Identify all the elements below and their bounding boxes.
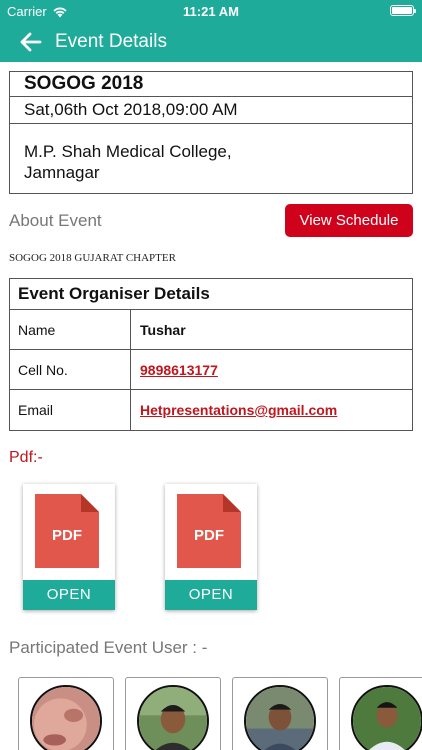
participant-card[interactable] <box>339 677 422 750</box>
view-schedule-button[interactable]: View Schedule <box>285 204 413 237</box>
open-pdf-button[interactable]: OPEN <box>165 580 257 610</box>
participant-card[interactable] <box>232 677 328 750</box>
event-name: SOGOG 2018 <box>10 72 412 97</box>
page-title: Event Details <box>55 31 167 52</box>
table-row: Email Hetpresentations@gmail.com <box>10 390 412 430</box>
status-time: 11:21 AM <box>183 4 239 19</box>
participant-avatar <box>351 685 422 750</box>
about-event-description: SOGOG 2018 GUJARAT CHAPTER <box>9 252 176 264</box>
table-row: Cell No. 9898613177 <box>10 350 412 390</box>
pdf-label: Pdf:- <box>9 449 43 466</box>
participants-label: Participated Event User : - <box>9 638 208 657</box>
battery-icon <box>390 5 416 16</box>
organiser-heading: Event Organiser Details <box>10 279 412 310</box>
arrow-left-icon[interactable] <box>18 29 44 55</box>
pdf-file-icon: PDF <box>35 494 99 568</box>
status-bar: Carrier 11:21 AM <box>0 0 422 22</box>
row-key: Name <box>10 310 131 349</box>
phone-link[interactable]: 9898613177 <box>131 350 412 389</box>
participant-card[interactable] <box>125 677 221 750</box>
row-key: Email <box>10 390 131 430</box>
event-datetime: Sat,06th Oct 2018,09:00 AM <box>10 97 412 124</box>
participant-avatar <box>30 685 102 750</box>
participant-avatar <box>244 685 316 750</box>
pdf-card[interactable]: PDF OPEN <box>165 484 257 610</box>
navigation-bar: Event Details <box>0 22 422 62</box>
about-event-label: About Event <box>9 211 102 230</box>
event-venue: M.P. Shah Medical College, Jamnagar <box>10 124 412 183</box>
venue-line-2: Jamnagar <box>24 163 100 182</box>
organiser-table: Event Organiser Details Name Tushar Cell… <box>9 278 413 431</box>
pdf-icon-text: PDF <box>52 527 82 544</box>
open-pdf-button[interactable]: OPEN <box>23 580 115 610</box>
row-key: Cell No. <box>10 350 131 389</box>
participant-card[interactable] <box>18 677 114 750</box>
event-info-box: SOGOG 2018 Sat,06th Oct 2018,09:00 AM M.… <box>9 71 413 194</box>
pdf-icon-text: PDF <box>194 527 224 544</box>
pdf-file-icon: PDF <box>177 494 241 568</box>
pdf-card[interactable]: PDF OPEN <box>23 484 115 610</box>
table-row: Name Tushar <box>10 310 412 350</box>
organiser-name: Tushar <box>140 321 186 338</box>
venue-line-1: M.P. Shah Medical College, <box>24 142 232 161</box>
email-link[interactable]: Hetpresentations@gmail.com <box>131 390 412 430</box>
participant-avatar <box>137 685 209 750</box>
